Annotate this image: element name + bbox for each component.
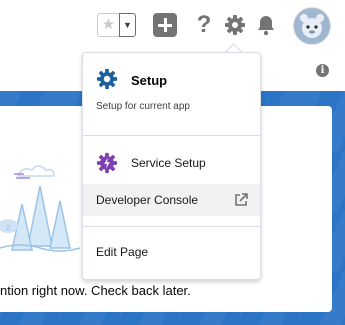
global-header: ★ ▼ ? <box>0 0 345 50</box>
menu-divider <box>83 226 260 227</box>
service-setup-gear-icon <box>96 152 118 174</box>
menu-item-edit-page[interactable]: Edit Page <box>83 236 260 268</box>
bell-icon[interactable] <box>254 13 278 37</box>
menu-divider <box>83 135 260 136</box>
setup-menu: Setup Setup for current app Service Setu… <box>82 52 261 280</box>
help-icon[interactable]: ? <box>192 13 216 37</box>
empty-state-message: ntion right now. Check back later. <box>0 283 191 298</box>
external-link-icon <box>235 193 248 206</box>
info-icon[interactable]: i <box>316 64 329 77</box>
menu-item-label: Developer Console <box>96 193 199 207</box>
menu-item-developer-console[interactable]: Developer Console <box>83 184 260 216</box>
add-icon[interactable] <box>153 13 177 37</box>
gear-icon[interactable] <box>223 13 247 37</box>
avatar[interactable] <box>293 7 331 45</box>
menu-item-service-setup[interactable]: Service Setup <box>83 147 260 179</box>
setup-menu-header[interactable]: Setup Setup for current app <box>83 53 260 133</box>
setup-title[interactable]: Setup <box>131 73 167 88</box>
setup-subtitle: Setup for current app <box>96 101 190 112</box>
svg-text:z: z <box>6 223 10 232</box>
empty-state-illustration: z <box>0 165 80 252</box>
menu-item-label: Edit Page <box>96 245 149 259</box>
chevron-down-icon[interactable]: ▼ <box>119 13 136 37</box>
favorites-control[interactable]: ★ ▼ <box>97 13 139 37</box>
setup-gear-icon <box>96 68 118 90</box>
menu-item-label: Service Setup <box>131 156 206 170</box>
star-icon[interactable]: ★ <box>97 13 120 37</box>
